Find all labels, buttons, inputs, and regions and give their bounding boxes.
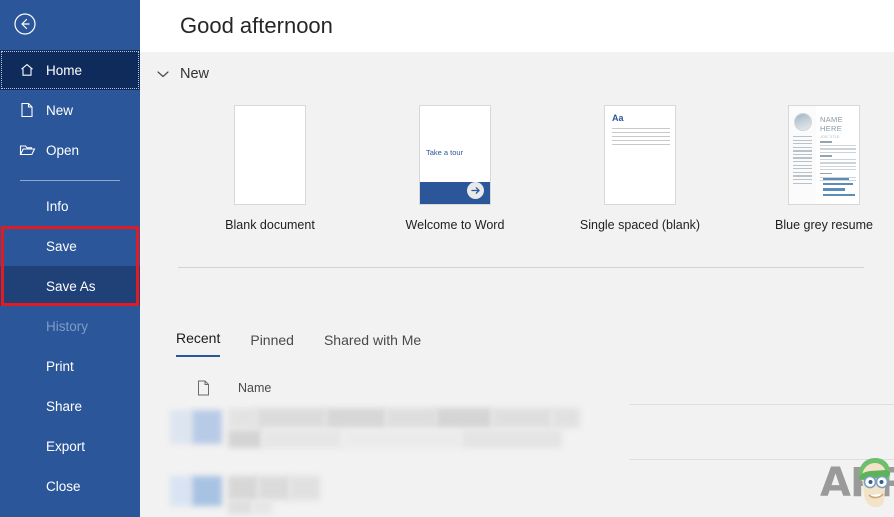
template-thumb-text: Aa (612, 113, 624, 123)
sidebar-item-label: Print (46, 359, 74, 374)
greeting-header: Good afternoon (140, 0, 894, 52)
section-divider (178, 267, 864, 268)
template-blank-document[interactable]: Blank document (180, 105, 360, 232)
sidebar-item-home[interactable]: Home (0, 50, 140, 90)
sidebar-item-close[interactable]: Close (0, 466, 140, 506)
resume-body-lines (820, 141, 856, 183)
sidebar-item-label: Share (46, 399, 82, 414)
sidebar-item-new[interactable]: New (0, 90, 140, 130)
chevron-down-icon (156, 67, 170, 81)
home-icon (10, 62, 44, 78)
sidebar-item-label: History (46, 319, 88, 334)
tab-recent[interactable]: Recent (176, 330, 220, 357)
resume-job-title: JOB TITLE (820, 134, 840, 139)
sidebar-item-label: Save As (46, 279, 96, 294)
template-thumbnail: Aa (604, 105, 676, 205)
sidebar-item-share[interactable]: Share (0, 386, 140, 426)
document-tabs: Recent Pinned Shared with Me (176, 330, 421, 357)
template-welcome-to-word[interactable]: Take a tour Welcome to Word (365, 105, 545, 232)
sidebar-item-print[interactable]: Print (0, 346, 140, 386)
back-button[interactable] (12, 11, 38, 37)
sidebar-item-info[interactable]: Info (0, 186, 140, 226)
page-title: Good afternoon (180, 13, 333, 39)
file-list-header: Name (192, 380, 271, 396)
sidebar-item-label: Info (46, 199, 69, 214)
template-label: Blank document (225, 218, 315, 232)
sidebar-item-history: History (0, 306, 140, 346)
watermark: APPUALS wsxdn.com (812, 455, 894, 517)
circle-left-arrow-icon (13, 12, 37, 36)
folder-icon (10, 143, 44, 157)
template-label: Single spaced (blank) (580, 218, 700, 232)
sidebar-item-label: Close (46, 479, 81, 494)
main-content: Good afternoon New Blank document Take a… (140, 0, 894, 517)
new-section-label: New (180, 66, 209, 82)
template-thumbnail: NAME HERE JOB TITLE (788, 105, 860, 205)
sidebar-item-open[interactable]: Open (0, 130, 140, 170)
resume-sidebar-lines (793, 136, 812, 186)
avatar (794, 113, 812, 131)
template-single-spaced-blank[interactable]: Aa Single spaced (blank) (550, 105, 730, 232)
template-label: Welcome to Word (406, 218, 505, 232)
tab-pinned[interactable]: Pinned (250, 332, 294, 357)
sidebar-item-save[interactable]: Save (0, 226, 140, 266)
sidebar-item-label: New (46, 103, 73, 118)
sidebar-item-label: Home (46, 63, 82, 78)
template-thumbnail (234, 105, 306, 205)
backstage-sidebar: Home New Open Info (0, 0, 140, 517)
template-blue-grey-resume[interactable]: NAME HERE JOB TITLE Blue grey resume (734, 105, 894, 232)
arrow-right-icon (467, 182, 484, 199)
sidebar-item-label: Open (46, 143, 79, 158)
new-section-toggle[interactable]: New (156, 66, 209, 82)
resume-name: NAME HERE (820, 116, 859, 133)
appuals-mascot-icon (850, 455, 894, 516)
sidebar-divider (20, 180, 120, 181)
template-thumb-text: Take a tour (426, 148, 463, 157)
sidebar-item-label: Export (46, 439, 85, 454)
template-label: Blue grey resume (775, 218, 873, 232)
sidebar-item-save-as[interactable]: Save As (0, 266, 140, 306)
word-start-screen: Home New Open Info (0, 0, 894, 517)
template-thumb-lines (612, 128, 670, 148)
row-separator (630, 404, 894, 405)
column-header-name: Name (238, 381, 271, 395)
file-list (140, 404, 894, 517)
page-icon (10, 102, 44, 118)
template-thumbnail: Take a tour (419, 105, 491, 205)
table-row[interactable] (140, 462, 630, 512)
sidebar-item-export[interactable]: Export (0, 426, 140, 466)
document-icon (192, 380, 214, 396)
template-gallery: Blank document Take a tour Welcome to Wo… (140, 105, 894, 245)
resume-skill-bars (823, 178, 857, 199)
table-row[interactable] (140, 406, 630, 452)
tab-shared-with-me[interactable]: Shared with Me (324, 332, 421, 357)
sidebar-item-label: Save (46, 239, 77, 254)
